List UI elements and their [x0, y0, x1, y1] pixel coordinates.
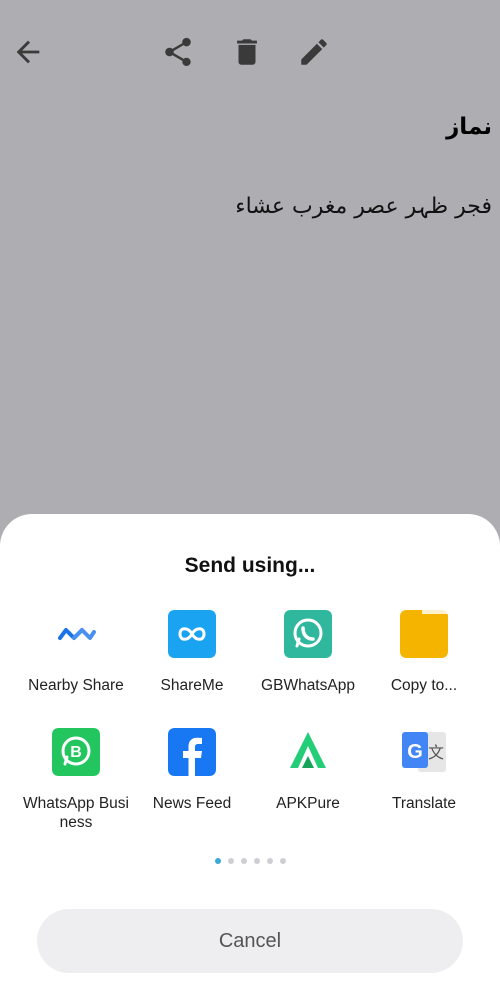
app-translate[interactable]: G 文 Translate: [366, 728, 482, 813]
page-dot: [253, 858, 260, 864]
cancel-button[interactable]: Cancel: [37, 909, 463, 973]
app-label: Copy to...: [390, 677, 458, 694]
page-dot: [266, 858, 273, 864]
gbwhatsapp-icon: [284, 610, 332, 658]
share-icon[interactable]: [156, 30, 200, 74]
page-dot: [279, 858, 286, 864]
app-news-feed[interactable]: News Feed: [134, 728, 250, 813]
app-apkpure[interactable]: APKPure: [250, 728, 366, 813]
svg-text:文: 文: [428, 743, 444, 762]
share-sheet: Send using... Nearby Share ShareMe GBWha…: [0, 514, 500, 1000]
top-toolbar: [0, 0, 500, 104]
page-dot: [240, 858, 247, 864]
note-title: نماز: [446, 114, 492, 140]
google-translate-icon: G 文: [400, 728, 448, 776]
app-label: News Feed: [152, 795, 232, 812]
app-gbwhatsapp[interactable]: GBWhatsApp: [250, 610, 366, 695]
copy-to-icon: [400, 610, 448, 658]
app-label: Nearby Share: [28, 677, 124, 694]
delete-icon[interactable]: [225, 30, 269, 74]
svg-text:G: G: [407, 741, 423, 763]
share-sheet-title: Send using...: [184, 554, 316, 577]
app-label: Translate: [391, 795, 457, 812]
app-label: APKPure: [276, 795, 340, 812]
back-arrow-icon[interactable]: [6, 30, 50, 74]
whatsapp-business-icon: B: [52, 728, 100, 776]
page-dot: [227, 858, 234, 864]
app-nearby-share[interactable]: Nearby Share: [18, 610, 134, 695]
page-dot-active: [214, 858, 221, 864]
page-indicator: [0, 858, 500, 864]
app-shareme[interactable]: ShareMe: [134, 610, 250, 695]
app-copy-to[interactable]: Copy to...: [366, 610, 482, 695]
shareme-icon: [168, 610, 216, 658]
edit-icon[interactable]: [292, 30, 336, 74]
note-body: فجر ظہر عصر مغرب عشاء: [235, 194, 492, 219]
app-label: WhatsApp Business: [23, 795, 129, 831]
nearby-share-icon: [52, 610, 100, 658]
facebook-icon: [168, 728, 216, 776]
svg-text:B: B: [70, 744, 82, 761]
app-label: GBWhatsApp: [261, 677, 355, 694]
apkpure-icon: [284, 728, 332, 776]
app-whatsapp-business[interactable]: B WhatsApp Business: [18, 728, 134, 832]
app-label: ShareMe: [160, 677, 224, 694]
